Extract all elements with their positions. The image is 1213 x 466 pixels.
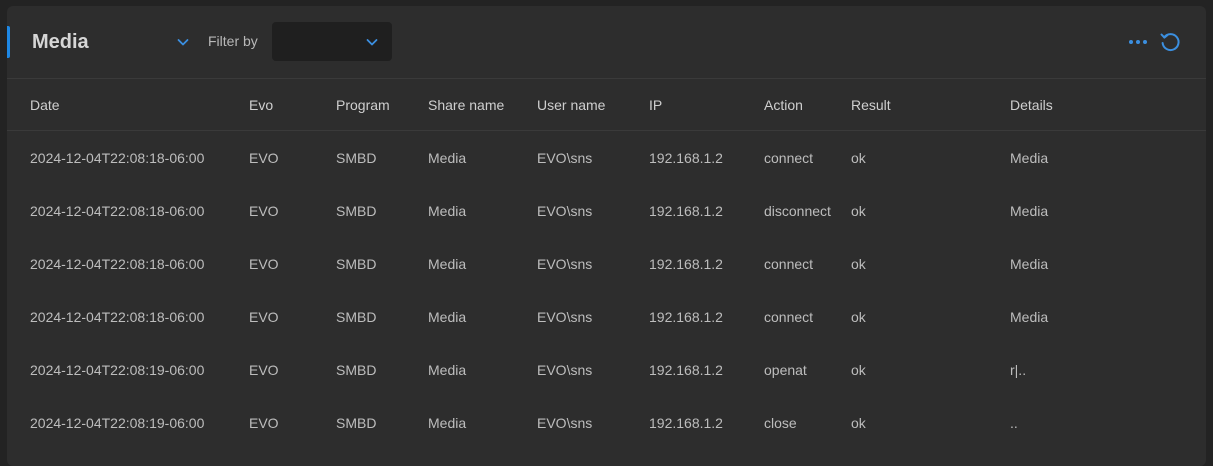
- table-row[interactable]: 2024-12-04T22:08:19-06:00 EVO SMBD Media EVO…: [7, 343, 1206, 396]
- audit-table: Date Evo Program Share name User name IP…: [7, 79, 1206, 449]
- cell-user-name: EVO\sns: [537, 308, 593, 325]
- table-row[interactable]: 2024-12-04T22:08:18-06:00 EVO SMBD Media EVO…: [7, 237, 1206, 290]
- cell-action: connect: [764, 255, 814, 272]
- cell-program: SMBD: [336, 255, 377, 272]
- cell-share-name: Media: [428, 414, 467, 431]
- filter-by-label: Filter by: [208, 33, 258, 49]
- column-header-share-name[interactable]: Share name: [405, 79, 514, 131]
- cell-user-name: EVO\sns: [537, 414, 593, 431]
- column-header-ip[interactable]: IP: [626, 79, 741, 131]
- cell-evo: EVO: [249, 361, 279, 378]
- cell-result: ok: [851, 361, 866, 378]
- cell-program: SMBD: [336, 149, 377, 166]
- cell-date: 2024-12-04T22:08:19-06:00: [30, 361, 205, 378]
- share-select[interactable]: Media: [32, 26, 192, 58]
- cell-ip: 192.168.1.2: [649, 414, 723, 431]
- chevron-down-icon: [177, 39, 189, 46]
- cell-action: close: [764, 414, 797, 431]
- refresh-icon[interactable]: [1158, 30, 1182, 54]
- table-row[interactable]: 2024-12-04T22:08:18-06:00 EVO SMBD Media EVO…: [7, 131, 1206, 185]
- cell-date: 2024-12-04T22:08:19-06:00: [30, 414, 205, 431]
- cell-share-name: Media: [428, 308, 467, 325]
- more-horizontal-icon[interactable]: [1127, 32, 1149, 52]
- cell-user-name: EVO\sns: [537, 202, 593, 219]
- chevron-down-icon: [366, 39, 378, 46]
- cell-date: 2024-12-04T22:08:18-06:00: [30, 255, 205, 272]
- cell-details: ..: [1010, 414, 1018, 431]
- cell-ip: 192.168.1.2: [649, 202, 723, 219]
- cell-result: ok: [851, 414, 866, 431]
- cell-evo: EVO: [249, 308, 279, 325]
- table-row[interactable]: 2024-12-04T22:08:18-06:00 EVO SMBD Media EVO…: [7, 184, 1206, 237]
- cell-result: ok: [851, 202, 866, 219]
- share-select-value: Media: [32, 30, 89, 53]
- cell-share-name: Media: [428, 255, 467, 272]
- table-row[interactable]: 2024-12-04T22:08:19-06:00 EVO SMBD Media EVO…: [7, 396, 1206, 449]
- cell-user-name: EVO\sns: [537, 149, 593, 166]
- cell-details: Media: [1010, 308, 1049, 325]
- cell-program: SMBD: [336, 202, 377, 219]
- cell-details: Media: [1010, 202, 1049, 219]
- column-header-result[interactable]: Result: [828, 79, 987, 131]
- accent-bar: [7, 26, 10, 58]
- audit-log-panel: Media Filter by Date Evo Program Share n…: [7, 6, 1206, 466]
- cell-evo: EVO: [249, 149, 279, 166]
- cell-ip: 192.168.1.2: [649, 361, 723, 378]
- cell-details: r|..: [1010, 361, 1027, 378]
- cell-share-name: Media: [428, 149, 467, 166]
- cell-user-name: EVO\sns: [537, 361, 593, 378]
- filter-select[interactable]: [272, 22, 392, 61]
- column-header-user-name[interactable]: User name: [514, 79, 626, 131]
- cell-date: 2024-12-04T22:08:18-06:00: [30, 149, 205, 166]
- cell-ip: 192.168.1.2: [649, 149, 723, 166]
- cell-ip: 192.168.1.2: [649, 255, 723, 272]
- cell-result: ok: [851, 308, 866, 325]
- cell-action: openat: [764, 361, 807, 378]
- cell-result: ok: [851, 255, 866, 272]
- column-header-program[interactable]: Program: [313, 79, 405, 131]
- cell-action: connect: [764, 308, 814, 325]
- cell-date: 2024-12-04T22:08:18-06:00: [30, 202, 205, 219]
- cell-action: connect: [764, 149, 814, 166]
- cell-evo: EVO: [249, 414, 279, 431]
- cell-details: Media: [1010, 255, 1049, 272]
- cell-program: SMBD: [336, 308, 377, 325]
- column-header-evo[interactable]: Evo: [226, 79, 313, 131]
- cell-date: 2024-12-04T22:08:18-06:00: [30, 308, 205, 325]
- column-header-action[interactable]: Action: [741, 79, 828, 131]
- cell-details: Media: [1010, 149, 1049, 166]
- cell-evo: EVO: [249, 202, 279, 219]
- cell-result: ok: [851, 149, 866, 166]
- cell-program: SMBD: [336, 361, 377, 378]
- column-header-date[interactable]: Date: [7, 79, 226, 131]
- cell-share-name: Media: [428, 361, 467, 378]
- panel-header: Media Filter by: [7, 6, 1206, 79]
- table-header-row: Date Evo Program Share name User name IP…: [7, 79, 1206, 131]
- cell-evo: EVO: [249, 255, 279, 272]
- cell-ip: 192.168.1.2: [649, 308, 723, 325]
- cell-program: SMBD: [336, 414, 377, 431]
- cell-user-name: EVO\sns: [537, 255, 593, 272]
- column-header-details[interactable]: Details: [987, 79, 1206, 131]
- cell-action: disconnect: [764, 202, 831, 219]
- table-row[interactable]: 2024-12-04T22:08:18-06:00 EVO SMBD Media EVO…: [7, 290, 1206, 343]
- cell-share-name: Media: [428, 202, 467, 219]
